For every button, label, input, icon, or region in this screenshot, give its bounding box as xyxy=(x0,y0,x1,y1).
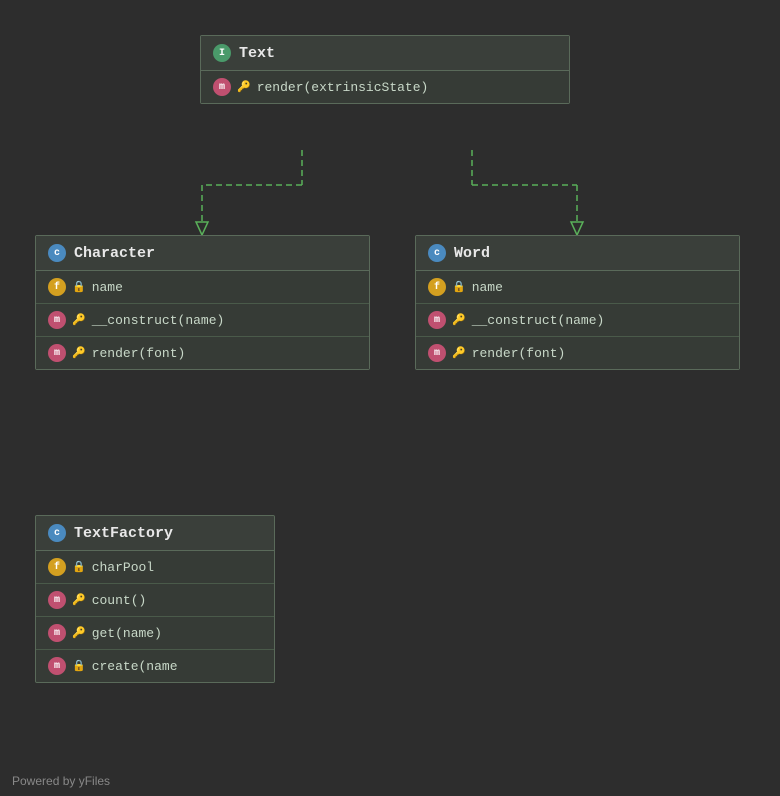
lock-icon: 🔒 xyxy=(72,659,86,673)
method-badge: m xyxy=(428,311,446,329)
field-badge: f xyxy=(428,278,446,296)
textfactory-method-count: m 🔑 count() xyxy=(36,584,274,617)
textfactory-class-header: c TextFactory xyxy=(36,516,274,551)
method-label: render(extrinsicState) xyxy=(257,80,429,95)
lock-icon: 🔒 xyxy=(452,280,466,294)
method-badge: m xyxy=(48,624,66,642)
key-icon: 🔑 xyxy=(72,593,86,607)
field-label: name xyxy=(472,280,503,295)
character-field-name: f 🔒 name xyxy=(36,271,369,304)
textfactory-class-title: TextFactory xyxy=(74,525,173,542)
word-field-name: f 🔒 name xyxy=(416,271,739,304)
word-method-render: m 🔑 render(font) xyxy=(416,337,739,369)
method-badge: m xyxy=(48,311,66,329)
field-label: name xyxy=(92,280,123,295)
word-badge: c xyxy=(428,244,446,262)
character-method-construct: m 🔑 __construct(name) xyxy=(36,304,369,337)
textfactory-badge: c xyxy=(48,524,66,542)
textfactory-method-create: m 🔒 create(name xyxy=(36,650,274,682)
lock-icon: 🔒 xyxy=(72,280,86,294)
method-label: __construct(name) xyxy=(472,313,605,328)
method-badge: m xyxy=(48,344,66,362)
method-badge: m xyxy=(428,344,446,362)
method-label: count() xyxy=(92,593,147,608)
text-class-title: Text xyxy=(239,45,275,62)
method-badge: m xyxy=(48,591,66,609)
character-class-title: Character xyxy=(74,245,155,262)
word-class-header: c Word xyxy=(416,236,739,271)
character-class-box: c Character f 🔒 name m 🔑 __construct(nam… xyxy=(35,235,370,370)
textfactory-class-box: c TextFactory f 🔒 charPool m 🔑 count() m… xyxy=(35,515,275,683)
text-class-box: I Text m 🔑 render(extrinsicState) xyxy=(200,35,570,104)
watermark: Powered by yFiles xyxy=(12,774,110,788)
key-icon: 🔑 xyxy=(452,313,466,327)
field-label: charPool xyxy=(92,560,154,575)
method-badge: m xyxy=(213,78,231,96)
word-class-title: Word xyxy=(454,245,490,262)
textfactory-field-charpool: f 🔒 charPool xyxy=(36,551,274,584)
key-icon: 🔑 xyxy=(452,346,466,360)
character-method-render: m 🔑 render(font) xyxy=(36,337,369,369)
character-class-header: c Character xyxy=(36,236,369,271)
field-badge: f xyxy=(48,558,66,576)
method-label: create(name xyxy=(92,659,178,674)
method-label: get(name) xyxy=(92,626,162,641)
field-badge: f xyxy=(48,278,66,296)
character-badge: c xyxy=(48,244,66,262)
key-icon: 🔑 xyxy=(72,346,86,360)
key-icon: 🔑 xyxy=(72,626,86,640)
word-method-construct: m 🔑 __construct(name) xyxy=(416,304,739,337)
key-icon: 🔑 xyxy=(237,80,251,94)
text-badge: I xyxy=(213,44,231,62)
word-class-box: c Word f 🔒 name m 🔑 __construct(name) m … xyxy=(415,235,740,370)
method-label: render(font) xyxy=(472,346,566,361)
method-badge: m xyxy=(48,657,66,675)
text-method-render: m 🔑 render(extrinsicState) xyxy=(201,71,569,103)
text-class-header: I Text xyxy=(201,36,569,71)
key-icon: 🔑 xyxy=(72,313,86,327)
method-label: __construct(name) xyxy=(92,313,225,328)
method-label: render(font) xyxy=(92,346,186,361)
lock-icon: 🔒 xyxy=(72,560,86,574)
textfactory-method-get: m 🔑 get(name) xyxy=(36,617,274,650)
